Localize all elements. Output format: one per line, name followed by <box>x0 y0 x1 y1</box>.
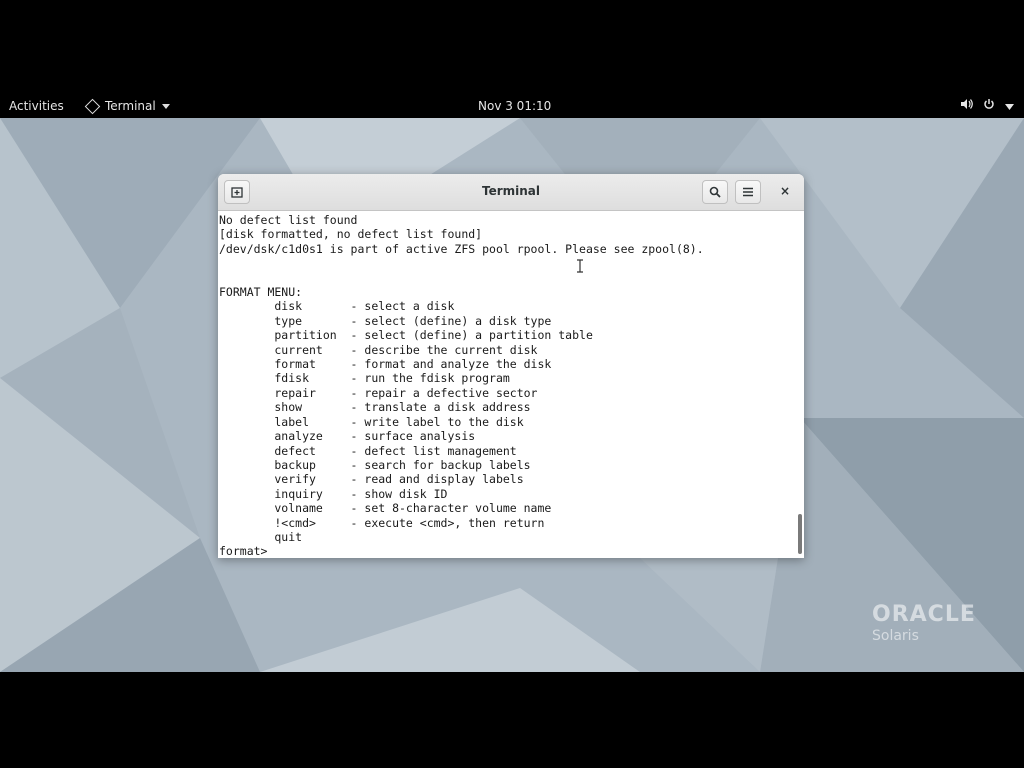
hamburger-menu-icon <box>743 187 753 197</box>
terminal-line: format> <box>219 544 268 558</box>
terminal-line: label - write label to the disk <box>219 414 524 429</box>
terminal-line: inquiry - show disk ID <box>219 486 448 501</box>
volume-icon <box>960 98 973 113</box>
terminal-line: analyze - surface analysis <box>219 429 476 444</box>
menu-button[interactable] <box>735 180 761 204</box>
app-menu-caret-icon <box>161 103 170 109</box>
terminal-line: !<cmd> - execute <cmd>, then return <box>219 515 545 530</box>
terminal-line: show - translate a disk address <box>219 400 531 415</box>
terminal-line: repair - repair a defective sector <box>219 385 538 400</box>
terminal-line: [disk formatted, no defect list found] <box>219 227 483 242</box>
close-button[interactable]: × <box>780 184 790 198</box>
terminal-text: No defect list found [disk formatted, no… <box>218 211 796 558</box>
terminal-line: format - format and analyze the disk <box>219 357 552 372</box>
app-menu[interactable]: Terminal <box>84 98 170 114</box>
terminal-app-icon <box>84 98 101 114</box>
clock[interactable]: Nov 3 01:10 <box>478 99 551 113</box>
oracle-logo-line2: Solaris <box>872 628 919 644</box>
search-icon <box>709 186 721 198</box>
terminal-line: current - describe the current disk <box>219 342 538 357</box>
scrollbar-thumb[interactable] <box>798 514 802 554</box>
mouse-ibeam-cursor-icon <box>577 259 583 273</box>
close-icon: × <box>780 184 791 198</box>
app-menu-label: Terminal <box>105 99 156 113</box>
terminal-window: Terminal × No defect list found [disk fo… <box>218 174 804 558</box>
terminal-line: volname - set 8-character volume name <box>219 501 552 516</box>
terminal-line: /dev/dsk/c1d0s1 is part of active ZFS po… <box>219 241 704 256</box>
top-bar: Activities Terminal Nov 3 01:10 <box>0 95 1024 118</box>
terminal-line: verify - read and display labels <box>219 472 524 487</box>
terminal-line: backup - search for backup labels <box>219 457 531 472</box>
power-icon <box>983 98 995 113</box>
letterbox-top <box>0 0 1024 95</box>
terminal-line: quit <box>219 529 303 544</box>
chevron-down-icon <box>1005 99 1014 113</box>
search-button[interactable] <box>702 180 728 204</box>
system-tray[interactable] <box>960 98 1014 113</box>
terminal-line: disk - select a disk <box>219 299 455 314</box>
terminal-output[interactable]: No defect list found [disk formatted, no… <box>218 211 796 558</box>
window-titlebar[interactable]: Terminal × <box>218 174 804 211</box>
terminal-line: FORMAT MENU: <box>219 285 303 300</box>
oracle-solaris-logo: ORACLE Solaris <box>872 603 976 645</box>
letterbox-bottom <box>0 672 1024 768</box>
activities-button[interactable]: Activities <box>9 99 64 113</box>
terminal-line: No defect list found <box>219 213 358 227</box>
terminal-scrollbar[interactable] <box>796 211 804 558</box>
terminal-line: defect - defect list management <box>219 443 517 458</box>
terminal-line: fdisk - run the fdisk program <box>219 371 510 386</box>
terminal-line: partition - select (define) a partition … <box>219 328 593 343</box>
terminal-line: type - select (define) a disk type <box>219 313 552 328</box>
oracle-logo-line1: ORACLE <box>872 602 976 627</box>
